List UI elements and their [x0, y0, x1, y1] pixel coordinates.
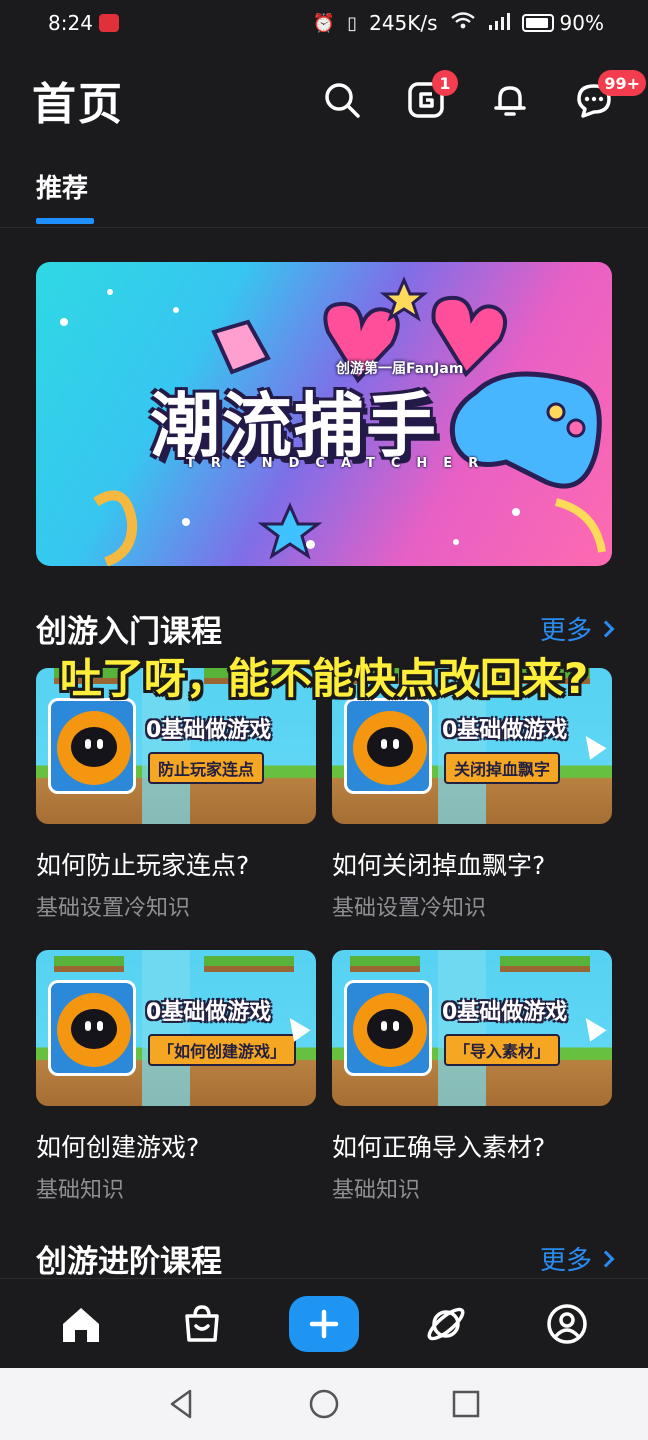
- status-bar: 8:24 ⏰ ▯ 245K/s 90%: [0, 0, 648, 46]
- section-advanced-header: 创游进阶课程 更多: [36, 1236, 615, 1281]
- status-time: 8:24: [48, 11, 93, 35]
- course-subtitle: 基础设置冷知识: [332, 896, 487, 921]
- section-intro-header: 创游入门课程 更多: [36, 606, 615, 651]
- mascot-avatar: [344, 980, 432, 1076]
- promo-banner[interactable]: 创游第一届FanJam 潮流捕手 TRENDCATCHER: [36, 262, 612, 566]
- course-card[interactable]: 0基础做游戏 「导入素材」 如何正确导入素材? 基础知识: [332, 950, 612, 1204]
- mascot-avatar: [344, 698, 432, 794]
- system-nav-bar: [0, 1368, 648, 1440]
- section-advanced-more-link[interactable]: 更多: [539, 1240, 615, 1277]
- course-topic-label: 关闭掉血飘字: [444, 752, 561, 784]
- course-topic-label: 「如何创建游戏」: [148, 1034, 297, 1066]
- mascot-avatar: [48, 980, 136, 1076]
- tab-bar: 推荐: [0, 160, 648, 228]
- course-series-label: 0基础做游戏: [146, 718, 272, 743]
- signal-icon: [488, 11, 510, 36]
- course-topic-label: 「导入素材」: [444, 1034, 561, 1066]
- app-notification-icon: [98, 14, 119, 32]
- section-intro-more-link[interactable]: 更多: [539, 610, 615, 647]
- course-series-label: 0基础做游戏: [442, 718, 568, 743]
- course-series-label: 0基础做游戏: [146, 1000, 272, 1025]
- alarm-icon: ⏰: [312, 12, 336, 34]
- page-title: 首页: [32, 79, 124, 130]
- section-intro-title: 创游入门课程: [36, 614, 222, 650]
- course-subtitle: 基础知识: [332, 1178, 421, 1203]
- page-header: 首页 1 99+: [0, 60, 648, 140]
- nav-profile[interactable]: [532, 1294, 602, 1354]
- course-title: 如何正确导入素材?: [332, 1133, 546, 1162]
- course-series-label: 0基础做游戏: [442, 1000, 568, 1025]
- chevron-right-icon: [597, 1250, 615, 1267]
- notice-button[interactable]: 1: [402, 70, 458, 124]
- bottom-nav: [0, 1278, 648, 1368]
- mascot-avatar: [48, 698, 136, 794]
- more-label: 更多: [539, 616, 592, 646]
- battery-icon: [521, 14, 554, 32]
- tab-active-indicator: [36, 218, 94, 224]
- notifications-button[interactable]: [486, 76, 534, 124]
- chevron-right-icon: [597, 620, 615, 637]
- section-advanced-title: 创游进阶课程: [36, 1244, 222, 1280]
- notice-badge: 1: [432, 70, 458, 96]
- nav-discover[interactable]: [411, 1294, 481, 1354]
- home-circle-icon[interactable]: [307, 1387, 341, 1421]
- shop-icon: [185, 1304, 220, 1342]
- course-title: 如何关闭掉血飘字?: [332, 851, 546, 880]
- cursor-icon: [577, 1012, 607, 1042]
- course-title: 如何创建游戏?: [36, 1133, 200, 1162]
- vibrate-icon: ▯: [347, 12, 358, 34]
- battery-level: 90%: [559, 11, 604, 35]
- wifi-icon: [450, 11, 476, 36]
- course-thumbnail: 0基础做游戏 「导入素材」: [332, 950, 612, 1106]
- plus-icon: [309, 1309, 339, 1338]
- network-speed: 245K/s: [369, 11, 438, 35]
- bell-icon: [494, 86, 526, 116]
- message-badge: 99+: [598, 70, 646, 96]
- recents-icon[interactable]: [449, 1387, 483, 1421]
- course-topic-label: 防止玩家连点: [148, 752, 265, 784]
- messages-button[interactable]: 99+: [570, 70, 646, 124]
- course-card[interactable]: 0基础做游戏 「如何创建游戏」 如何创建游戏? 基础知识: [36, 950, 316, 1204]
- course-title: 如何防止玩家连点?: [36, 851, 250, 880]
- nav-home[interactable]: [46, 1294, 116, 1354]
- battery-indicator: 90%: [521, 11, 604, 35]
- search-icon: [325, 83, 360, 118]
- home-icon: [62, 1307, 99, 1342]
- cursor-icon: [577, 730, 607, 760]
- overlay-caption: 吐了呀，能不能快点改回来?: [59, 654, 589, 703]
- more-label: 更多: [539, 1246, 592, 1276]
- tab-recommended[interactable]: 推荐: [36, 168, 88, 205]
- course-thumbnail: 0基础做游戏 「如何创建游戏」: [36, 950, 316, 1106]
- banner-caption: TRENDCATCHER: [186, 456, 495, 471]
- nav-shop[interactable]: [167, 1294, 237, 1354]
- carousel-dot-active: [306, 540, 315, 549]
- search-button[interactable]: [318, 76, 366, 124]
- nav-create[interactable]: [288, 1294, 359, 1354]
- profile-icon: [547, 1303, 587, 1344]
- back-icon[interactable]: [165, 1387, 199, 1421]
- course-subtitle: 基础设置冷知识: [36, 896, 191, 921]
- create-button[interactable]: [288, 1295, 359, 1352]
- planet-icon: [427, 1307, 465, 1340]
- course-subtitle: 基础知识: [36, 1178, 125, 1203]
